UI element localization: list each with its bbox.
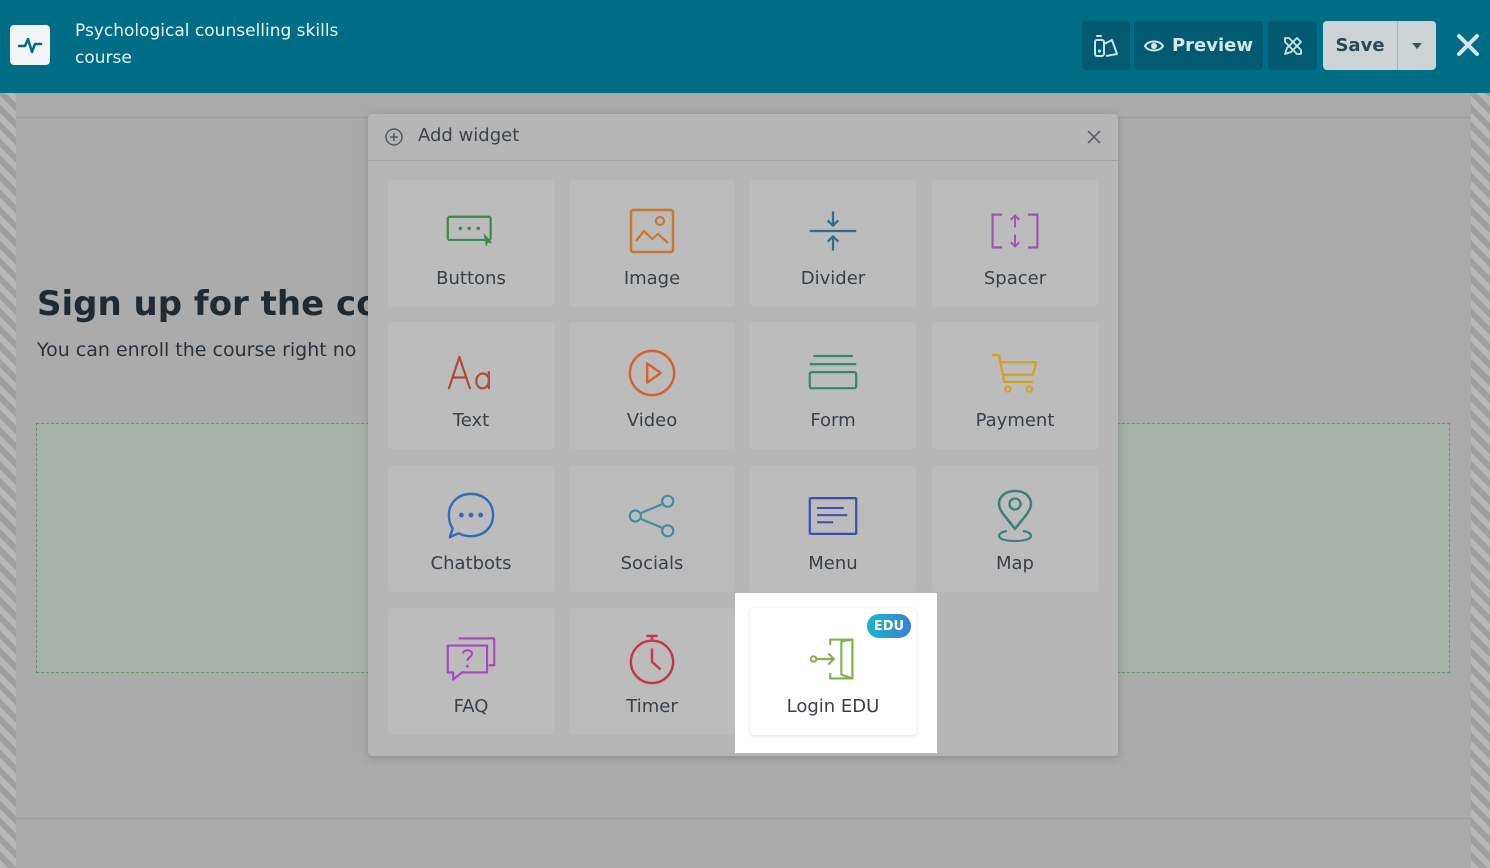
modal-header: Add widget bbox=[368, 114, 1118, 161]
app-logo[interactable] bbox=[10, 25, 50, 65]
plus-circle-icon bbox=[385, 128, 403, 146]
faq-icon bbox=[446, 634, 496, 684]
save-button[interactable]: Save bbox=[1323, 21, 1397, 70]
save-button-group: Save bbox=[1323, 21, 1436, 70]
buttons-icon bbox=[446, 206, 496, 256]
form-icon bbox=[808, 348, 858, 398]
widget-tile-spacer[interactable]: Spacer bbox=[932, 180, 1098, 307]
divider-icon bbox=[808, 206, 858, 256]
spacer-icon bbox=[990, 206, 1040, 256]
login-icon bbox=[808, 634, 858, 684]
canvas-edge-left bbox=[0, 93, 16, 868]
menu-icon bbox=[808, 491, 858, 541]
widget-tile-text[interactable]: Text bbox=[388, 322, 554, 449]
widget-label: Form bbox=[810, 410, 856, 431]
widget-tile-socials[interactable]: Socials bbox=[569, 465, 735, 592]
save-options-button[interactable] bbox=[1397, 21, 1436, 70]
widget-tile-image[interactable]: Image bbox=[569, 180, 735, 307]
document-title: Psychological counselling skills course bbox=[75, 21, 339, 68]
widget-label: Chatbots bbox=[430, 553, 512, 574]
timer-icon bbox=[627, 634, 677, 685]
text-icon bbox=[446, 348, 496, 398]
layers-button[interactable] bbox=[1082, 21, 1130, 70]
section-divider bbox=[16, 818, 1471, 819]
widget-label: Map bbox=[996, 553, 1034, 574]
eye-icon bbox=[1143, 40, 1164, 51]
pulse-icon bbox=[17, 37, 43, 54]
widget-tile-divider[interactable]: Divider bbox=[750, 180, 916, 307]
preview-button[interactable]: Preview bbox=[1134, 21, 1263, 70]
design-tools-button[interactable] bbox=[1268, 21, 1317, 70]
widget-tile-buttons[interactable]: Buttons bbox=[388, 180, 554, 307]
widget-tile-form[interactable]: Form bbox=[750, 322, 916, 449]
close-icon bbox=[1087, 130, 1101, 144]
share-icon bbox=[627, 491, 677, 541]
pencil-ruler-icon bbox=[1283, 36, 1302, 55]
widget-tile-timer[interactable]: Timer bbox=[569, 608, 735, 735]
map-pin-icon bbox=[990, 489, 1040, 543]
page-subtext: You can enroll the course right no bbox=[37, 339, 357, 361]
widget-tile-video[interactable]: Video bbox=[569, 322, 735, 449]
widget-label: Menu bbox=[808, 553, 858, 574]
layers-icon bbox=[1094, 34, 1118, 57]
widget-label: Login EDU bbox=[786, 696, 880, 717]
close-icon bbox=[1457, 34, 1479, 56]
close-editor-button[interactable] bbox=[1450, 27, 1486, 63]
widget-tile-chatbots[interactable]: Chatbots bbox=[388, 465, 554, 592]
edu-badge: EDU bbox=[867, 614, 911, 638]
widget-label: Spacer bbox=[983, 268, 1047, 289]
video-icon bbox=[627, 348, 677, 398]
page-heading: Sign up for the cou bbox=[37, 284, 404, 324]
canvas-edge-right bbox=[1471, 93, 1490, 868]
caret-down-icon bbox=[1412, 42, 1422, 49]
preview-label: Preview bbox=[1171, 35, 1254, 56]
modal-close-button[interactable] bbox=[1084, 127, 1104, 147]
widget-tile-map[interactable]: Map bbox=[932, 465, 1098, 592]
widget-label: Image bbox=[623, 268, 681, 289]
widget-label: Text bbox=[452, 410, 490, 431]
widget-tile-menu[interactable]: Menu bbox=[750, 465, 916, 592]
widget-label: FAQ bbox=[453, 696, 489, 717]
widget-label: Socials bbox=[620, 553, 684, 574]
widget-tile-faq[interactable]: FAQ bbox=[388, 608, 554, 735]
widget-tile-payment[interactable]: Payment bbox=[932, 322, 1098, 449]
chat-icon bbox=[446, 491, 496, 541]
widget-label: Timer bbox=[626, 696, 678, 717]
widget-label: Divider bbox=[800, 268, 866, 289]
cart-icon bbox=[990, 348, 1040, 398]
widget-label: Payment bbox=[975, 410, 1055, 431]
top-bar: Psychological counselling skills course … bbox=[0, 0, 1490, 93]
image-icon bbox=[627, 206, 677, 256]
modal-title: Add widget bbox=[418, 125, 520, 146]
widget-label: Video bbox=[626, 410, 678, 431]
widget-label: Buttons bbox=[436, 268, 506, 289]
